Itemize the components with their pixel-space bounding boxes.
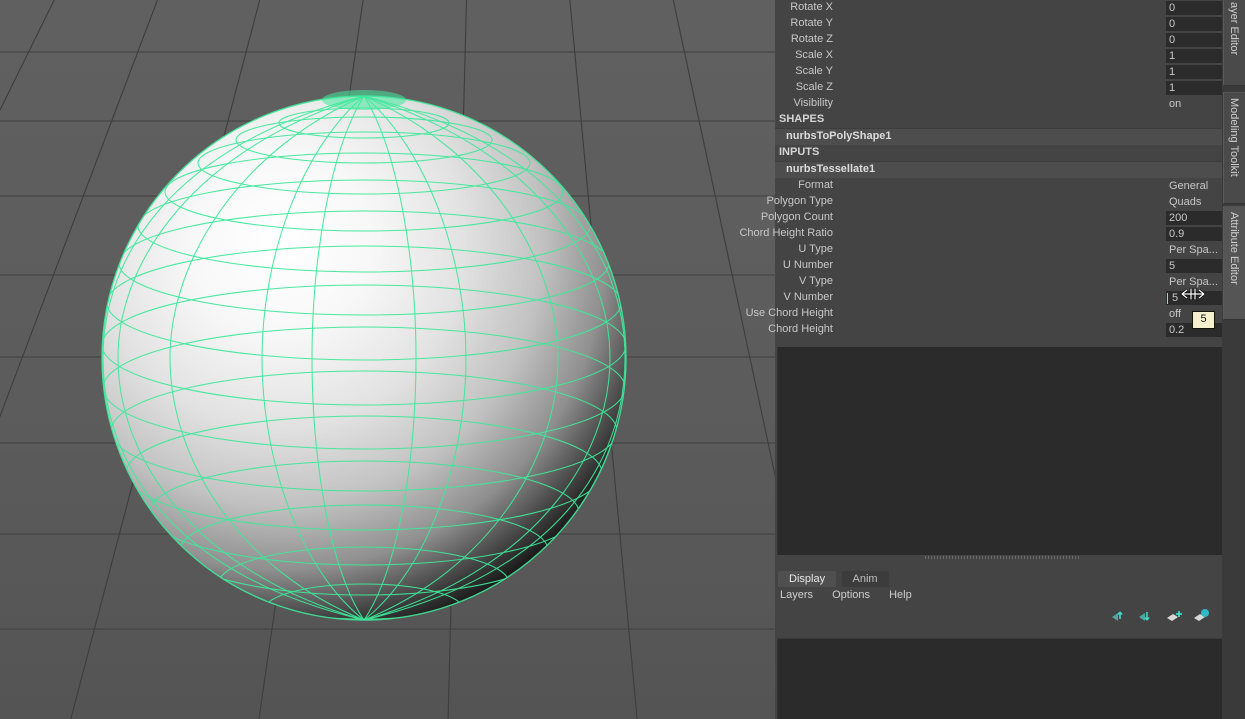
attr-label: Rotate X xyxy=(790,1,833,13)
attr-label: V Number xyxy=(783,291,833,303)
inputs-section-header: INPUTS xyxy=(775,145,1222,161)
maya-window: Rotate X 0 Rotate Y 0 Rotate Z 0 Scale X… xyxy=(0,0,1245,719)
attr-label: Visibility xyxy=(793,97,833,109)
attr-value: 0.9 xyxy=(1169,228,1184,240)
node-name: nurbsTessellate1 xyxy=(786,163,875,175)
value-tooltip: 5 xyxy=(1192,311,1215,329)
attr-value: Per Spa... xyxy=(1169,276,1218,288)
attr-value: 0.2 xyxy=(1169,324,1184,336)
attr-label: Polygon Count xyxy=(761,211,833,223)
tab-anim[interactable]: Anim xyxy=(842,571,889,587)
menu-layers[interactable]: Layers xyxy=(780,589,813,601)
attr-row-v-type[interactable]: V Type Per Spa... xyxy=(775,274,1222,290)
attr-value: 0 xyxy=(1169,2,1175,14)
attr-row-use-chord-height[interactable]: Use Chord Height off xyxy=(775,306,1222,322)
attr-value: 1 xyxy=(1169,66,1175,78)
vtab-channel-box-layer-editor[interactable]: ayer Editor xyxy=(1223,0,1245,86)
sphere-object[interactable] xyxy=(0,0,775,719)
attr-label: Use Chord Height xyxy=(746,307,833,319)
layer-editor: Display Anim Layers Options Help xyxy=(775,566,1225,719)
attr-row-chord-height[interactable]: Chord Height 0.2 xyxy=(775,322,1222,338)
attr-value: off xyxy=(1169,308,1181,320)
attr-row-u-type[interactable]: U Type Per Spa... xyxy=(775,242,1222,258)
layer-editor-menubar: Layers Options Help xyxy=(780,589,928,601)
attr-row[interactable]: Scale X 1 xyxy=(775,48,1222,64)
attr-row-polygon-type[interactable]: Polygon Type Quads xyxy=(775,194,1222,210)
attr-label: V Type xyxy=(799,275,833,287)
attr-row[interactable]: Scale Z 1 xyxy=(775,80,1222,96)
shape-node-item[interactable]: nurbsToPolyShape1 xyxy=(775,128,1222,145)
attr-row[interactable]: Rotate Y 0 xyxy=(775,16,1222,32)
attr-value: 0 xyxy=(1169,18,1175,30)
attr-value: 0 xyxy=(1169,34,1175,46)
attr-row-chord-height-ratio[interactable]: Chord Height Ratio 0.9 xyxy=(775,226,1222,242)
layer-editor-tabs: Display Anim xyxy=(778,569,890,585)
attr-label: Scale X xyxy=(795,49,833,61)
attr-label: Scale Z xyxy=(796,81,833,93)
menu-help[interactable]: Help xyxy=(889,589,912,601)
section-title: SHAPES xyxy=(779,113,824,125)
attr-label: U Number xyxy=(783,259,833,271)
move-layer-up-icon[interactable] xyxy=(1109,608,1129,624)
attr-value: Per Spa... xyxy=(1169,244,1218,256)
dock-vertical-tabs: ayer Editor Modeling Toolkit Attribute E… xyxy=(1222,0,1245,719)
menu-options[interactable]: Options xyxy=(832,589,870,601)
attr-value: 200 xyxy=(1169,212,1187,224)
move-layer-down-icon[interactable] xyxy=(1136,608,1156,624)
new-layer-icon[interactable] xyxy=(1164,608,1184,624)
input-node-item[interactable]: nurbsTessellate1 xyxy=(775,161,1222,178)
vtab-label: Attribute Editor xyxy=(1224,207,1240,285)
layer-editor-toolbar xyxy=(1106,608,1211,626)
shapes-section-header: SHAPES xyxy=(775,112,1222,128)
attr-row[interactable]: Rotate Z 0 xyxy=(775,32,1222,48)
section-title: INPUTS xyxy=(779,146,819,158)
text-caret xyxy=(1167,293,1168,304)
attr-label: Rotate Z xyxy=(791,33,833,45)
attr-value: General xyxy=(1169,180,1208,192)
attr-label: Polygon Type xyxy=(767,195,833,207)
attr-value: 5 xyxy=(1169,260,1175,272)
vtab-modeling-toolkit[interactable]: Modeling Toolkit xyxy=(1223,92,1245,204)
attribute-editor-extra-panel xyxy=(777,347,1226,555)
attr-label: Chord Height xyxy=(768,323,833,335)
attr-value: on xyxy=(1169,98,1181,110)
attr-row-v-number[interactable]: V Number 5 xyxy=(775,290,1222,306)
attr-row[interactable]: Scale Y 1 xyxy=(775,64,1222,80)
attr-row-visibility[interactable]: Visibility on xyxy=(775,96,1222,112)
attr-label: Rotate Y xyxy=(790,17,833,29)
tab-display[interactable]: Display xyxy=(778,571,836,587)
node-name: nurbsToPolyShape1 xyxy=(786,130,892,142)
attribute-editor: Rotate X 0 Rotate Y 0 Rotate Z 0 Scale X… xyxy=(775,0,1222,340)
attr-value: 1 xyxy=(1169,50,1175,62)
vtab-label: ayer Editor xyxy=(1224,0,1240,55)
vtab-attribute-editor[interactable]: Attribute Editor xyxy=(1223,206,1245,320)
attr-label: Scale Y xyxy=(795,65,833,77)
attr-row-format[interactable]: Format General xyxy=(775,178,1222,194)
attr-row-u-number[interactable]: U Number 5 xyxy=(775,258,1222,274)
new-layer-from-selected-icon[interactable] xyxy=(1191,608,1211,624)
attr-row[interactable]: Rotate X 0 xyxy=(775,0,1222,16)
attr-value: Quads xyxy=(1169,196,1201,208)
panel-drag-handle[interactable] xyxy=(925,556,1081,559)
attr-label: U Type xyxy=(798,243,833,255)
layer-list[interactable] xyxy=(777,638,1226,719)
viewport-3d[interactable] xyxy=(0,0,775,719)
attr-row-polygon-count[interactable]: Polygon Count 200 xyxy=(775,210,1222,226)
right-dock: Rotate X 0 Rotate Y 0 Rotate Z 0 Scale X… xyxy=(775,0,1245,719)
attr-value: 1 xyxy=(1169,82,1175,94)
attr-value: 5 xyxy=(1172,292,1178,304)
attr-label: Format xyxy=(798,179,833,191)
vtab-label: Modeling Toolkit xyxy=(1224,93,1240,177)
attr-label: Chord Height Ratio xyxy=(739,227,833,239)
